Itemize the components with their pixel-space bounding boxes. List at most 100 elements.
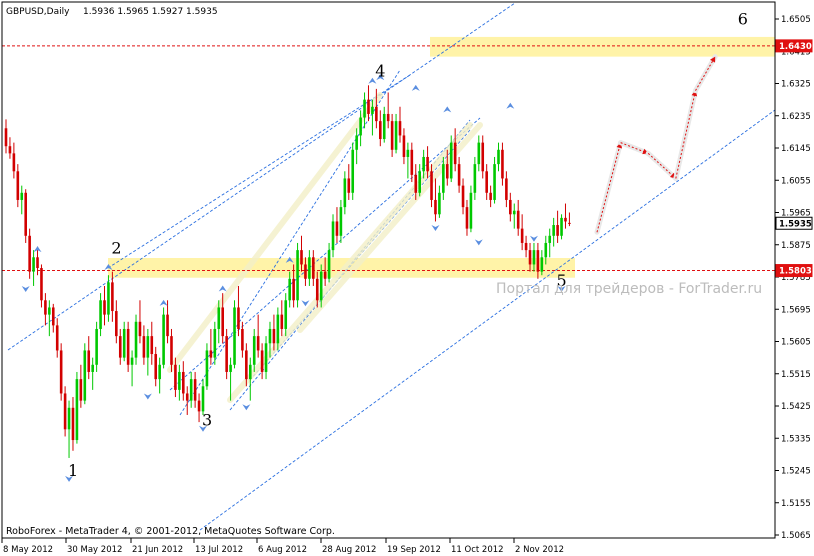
candle-body [189, 379, 193, 401]
candle-body [107, 282, 110, 315]
y-tick-label: 1.6235 [781, 112, 811, 122]
candle-body [162, 314, 165, 365]
candle-body [568, 222, 571, 224]
candle-body [178, 371, 181, 390]
candle-body [248, 364, 252, 380]
candle-body [32, 257, 35, 272]
candle-body [134, 321, 138, 358]
candle-body [150, 336, 154, 355]
candle-body [55, 325, 59, 351]
candle-body [434, 199, 437, 215]
candle-body [12, 153, 16, 172]
candle-body [402, 135, 406, 157]
candle-body [442, 164, 445, 193]
candle-body [489, 192, 492, 200]
y-tick-label: 1.5155 [781, 499, 811, 509]
candle-body [528, 250, 532, 265]
candle-body [217, 307, 221, 329]
candle-body [280, 314, 284, 329]
candle-body [505, 178, 508, 200]
x-tick-label: 8 May 2012 [3, 545, 53, 555]
y-tick-label: 1.5695 [781, 305, 811, 315]
candle-body [485, 171, 488, 193]
candle-body [394, 121, 398, 150]
x-tick-label: 21 Jun 2012 [132, 545, 183, 555]
candle-body [185, 393, 189, 401]
candle-body [75, 379, 79, 441]
candle-body [312, 257, 315, 279]
candle-body [24, 192, 27, 236]
candle-body [229, 364, 232, 372]
candle-body [233, 307, 236, 365]
candle-body [292, 278, 295, 301]
candle-body [347, 178, 351, 193]
candle-body [158, 364, 161, 380]
candle-body [264, 343, 268, 372]
candle-body [379, 121, 382, 140]
candle-body [260, 350, 264, 372]
candle-body [87, 350, 91, 372]
candle-body [126, 328, 130, 365]
header-ohlc: 1.5936 1.5965 1.5927 1.5935 [83, 7, 218, 17]
candle-body [418, 171, 421, 193]
candle-body [272, 328, 276, 344]
candle-body [540, 257, 544, 272]
candle-body [36, 257, 39, 269]
y-tick-label: 1.5335 [781, 434, 811, 444]
candle-body [355, 135, 358, 150]
candle-body [83, 350, 87, 401]
candle-body [48, 307, 51, 315]
candle-body [182, 371, 185, 394]
candle-body [28, 235, 31, 272]
x-tick-label: 19 Sep 2012 [387, 545, 441, 555]
x-tick-label: 30 May 2012 [67, 545, 122, 555]
x-tick-label: 6 Aug 2012 [258, 545, 307, 555]
candle-body [509, 199, 512, 215]
candle-body [308, 257, 311, 279]
candle-body [335, 221, 339, 236]
candle-body [331, 221, 335, 251]
wave-label: 3 [202, 411, 212, 430]
candle-body [20, 192, 24, 200]
y-tick-label: 1.5065 [781, 531, 811, 541]
x-tick-label: 28 Aug 2012 [322, 545, 376, 555]
candle-body [51, 307, 55, 326]
candle-body [461, 185, 465, 208]
candle-body [237, 307, 240, 329]
candle-body [414, 174, 418, 193]
price-chart[interactable]: 123456 1.65051.64151.63251.62351.61451.6… [0, 0, 814, 556]
candle-body [536, 250, 540, 272]
candle-body [300, 250, 303, 265]
candle-body [367, 99, 370, 114]
candle-body [351, 149, 355, 193]
candle-body [288, 278, 291, 301]
candle-body [473, 164, 477, 193]
candle-body [71, 407, 75, 441]
candle-body [284, 300, 288, 329]
y-tick-label: 1.6325 [781, 80, 811, 90]
candle-body [449, 142, 453, 179]
candle-body [564, 217, 567, 222]
x-tick-label: 2 Nov 2012 [515, 545, 564, 555]
candle-body [544, 242, 548, 258]
candle-body [382, 113, 386, 140]
candle-body [95, 328, 98, 365]
x-tick-label: 13 Jul 2012 [195, 545, 243, 555]
candle-body [111, 282, 114, 312]
candle-body [146, 336, 150, 358]
wave-label: 4 [375, 61, 385, 80]
candle-body [115, 311, 118, 337]
watermark: Портал для трейдеров - ForTrader.ru [496, 281, 762, 297]
y-tick-label: 1.6505 [781, 15, 811, 25]
candle-body [205, 350, 209, 387]
candle-body [430, 171, 433, 200]
y-tick-label: 1.5605 [781, 338, 811, 348]
candle-body [501, 149, 504, 179]
candle-body [252, 336, 256, 365]
candle-body [174, 364, 177, 390]
chart-background [0, 0, 814, 556]
candle-body [59, 350, 63, 394]
candle-body [118, 336, 122, 358]
candle-body [8, 146, 12, 154]
candle-body [481, 142, 485, 172]
